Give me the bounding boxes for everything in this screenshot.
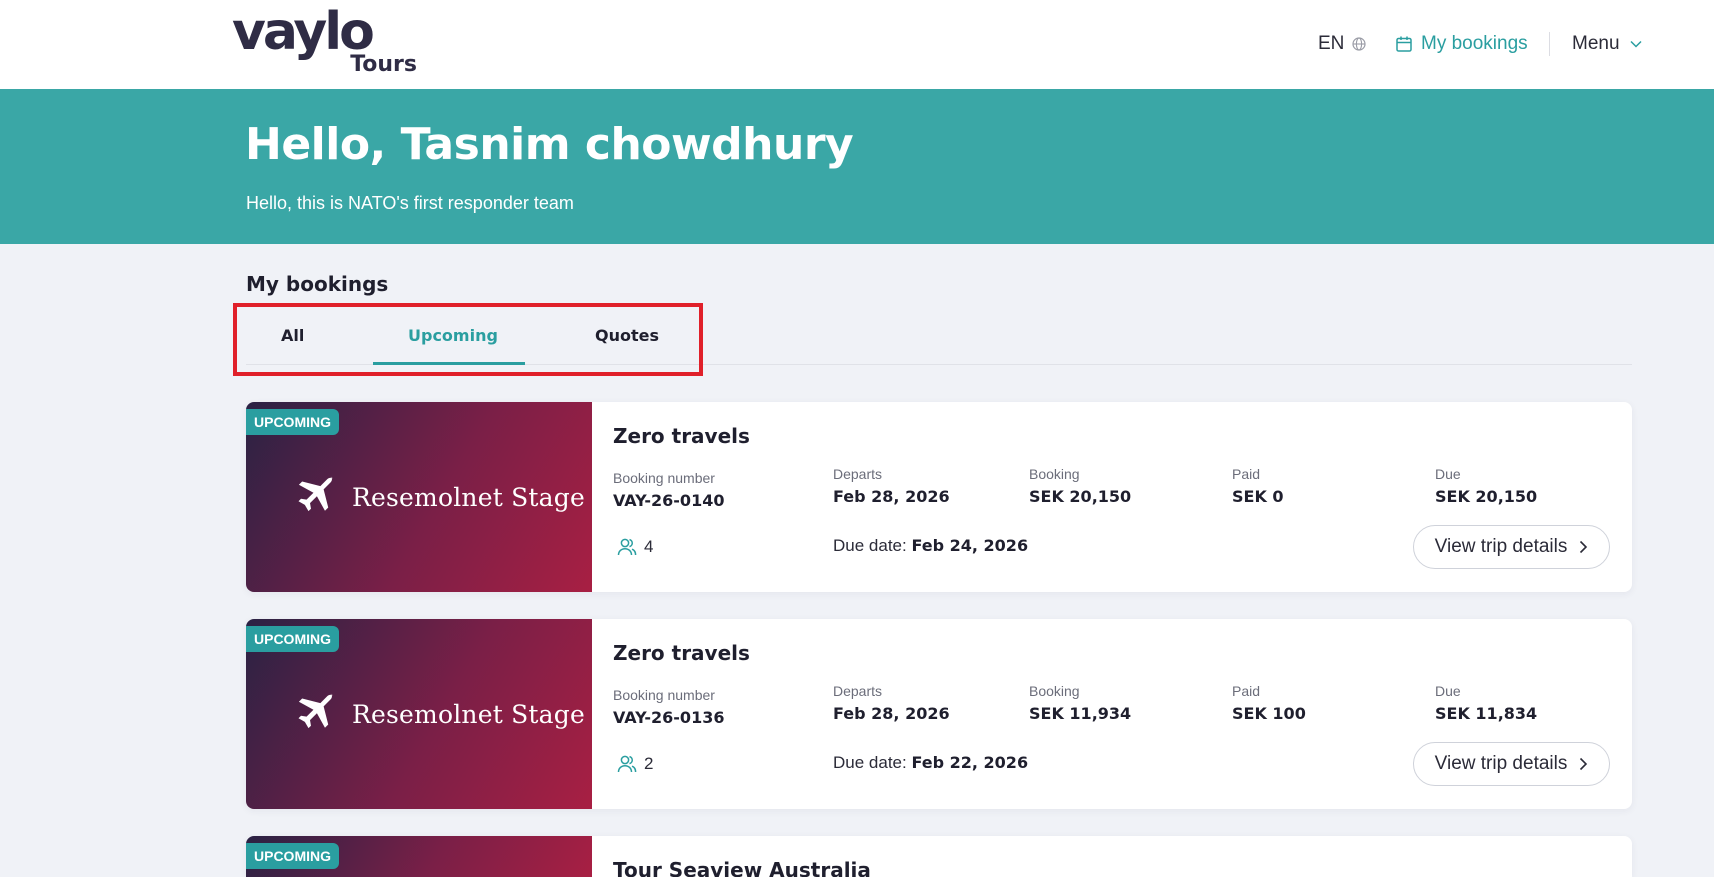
airplane-icon bbox=[292, 691, 338, 737]
booking-number-label: Booking number bbox=[613, 470, 715, 486]
due-date-label: Due date: bbox=[833, 536, 907, 555]
due-date-label: Due date: bbox=[833, 753, 907, 772]
due-date-value: Feb 22, 2026 bbox=[911, 753, 1029, 772]
tab-quotes[interactable]: Quotes bbox=[595, 326, 659, 345]
active-tab-indicator bbox=[373, 362, 525, 365]
status-badge: UPCOMING bbox=[246, 626, 339, 652]
booking-number-label: Booking number bbox=[613, 687, 715, 703]
booking-amount-label: Booking bbox=[1029, 466, 1080, 482]
booking-title: Zero travels bbox=[613, 641, 750, 665]
booking-title: Tour Seaview Australia bbox=[613, 858, 871, 877]
status-badge: UPCOMING bbox=[246, 409, 339, 435]
menu-label: Menu bbox=[1572, 33, 1620, 54]
welcome-banner: Hello, Tasnim chowdhury Hello, this is N… bbox=[0, 89, 1714, 244]
operator-brand: Resemolnet Stage bbox=[292, 474, 585, 520]
departs-value: Feb 28, 2026 bbox=[833, 487, 950, 506]
tab-upcoming[interactable]: Upcoming bbox=[408, 326, 498, 345]
language-selector[interactable]: EN bbox=[1318, 33, 1367, 55]
departs-value: Feb 28, 2026 bbox=[833, 704, 950, 723]
nav-divider bbox=[1549, 32, 1550, 56]
welcome-title: Hello, Tasnim chowdhury bbox=[245, 119, 854, 170]
tab-all[interactable]: All bbox=[281, 326, 304, 345]
booking-card: UPCOMING Tour Seaview Australia bbox=[246, 836, 1632, 877]
travellers-count: 2 bbox=[616, 753, 653, 775]
booking-card-image: UPCOMING Resemolnet Stage bbox=[246, 619, 592, 809]
departs-label: Departs bbox=[833, 683, 883, 699]
logo-subtitle: Tours bbox=[350, 52, 417, 77]
booking-card: UPCOMING Resemolnet Stage Zero travels B… bbox=[246, 402, 1632, 592]
payment-due-date: Due date: Feb 24, 2026 bbox=[833, 536, 1028, 556]
operator-brand: Resemolnet Stage bbox=[292, 691, 585, 737]
view-trip-details-label: View trip details bbox=[1434, 753, 1568, 774]
chevron-down-icon bbox=[1630, 40, 1642, 48]
booking-card-image: UPCOMING bbox=[246, 836, 592, 877]
calendar-icon bbox=[1395, 35, 1413, 53]
chevron-right-icon bbox=[1579, 757, 1588, 771]
booking-amount-value: SEK 11,934 bbox=[1029, 704, 1132, 723]
due-label: Due bbox=[1435, 466, 1461, 482]
logo-wordmark: vaylo bbox=[232, 2, 375, 62]
vaylo-tours-logo[interactable]: vaylo Tours bbox=[232, 6, 417, 80]
my-bookings-nav-link[interactable]: My bookings bbox=[1395, 33, 1528, 55]
status-badge: UPCOMING bbox=[246, 843, 339, 869]
booking-amount-value: SEK 20,150 bbox=[1029, 487, 1132, 506]
chevron-right-icon bbox=[1579, 540, 1588, 554]
operator-brand-name: Resemolnet Stage bbox=[352, 699, 585, 729]
airplane-icon bbox=[292, 474, 338, 520]
due-value: SEK 20,150 bbox=[1435, 487, 1538, 506]
paid-label: Paid bbox=[1232, 466, 1261, 482]
users-icon bbox=[616, 753, 638, 775]
globe-icon bbox=[1352, 37, 1367, 51]
payment-due-date: Due date: Feb 22, 2026 bbox=[833, 753, 1028, 773]
booking-title: Zero travels bbox=[613, 424, 750, 448]
booking-card-image: UPCOMING Resemolnet Stage bbox=[246, 402, 592, 592]
due-value: SEK 11,834 bbox=[1435, 704, 1538, 723]
language-label: EN bbox=[1318, 33, 1345, 54]
booking-card: UPCOMING Resemolnet Stage Zero travels B… bbox=[246, 619, 1632, 809]
booking-amount-label: Booking bbox=[1029, 683, 1080, 699]
paid-label: Paid bbox=[1232, 683, 1261, 699]
paid-value: SEK 0 bbox=[1232, 487, 1284, 506]
travellers-value: 4 bbox=[644, 537, 654, 556]
booking-number-value: VAY-26-0136 bbox=[613, 708, 725, 727]
paid-value: SEK 100 bbox=[1232, 704, 1306, 723]
booking-number-value: VAY-26-0140 bbox=[613, 491, 725, 510]
departs-label: Departs bbox=[833, 466, 883, 482]
view-trip-details-label: View trip details bbox=[1434, 536, 1568, 557]
view-trip-details-button[interactable]: View trip details bbox=[1413, 525, 1610, 569]
operator-brand-name: Resemolnet Stage bbox=[352, 482, 585, 512]
travellers-count: 4 bbox=[616, 536, 653, 558]
my-bookings-heading: My bookings bbox=[246, 272, 389, 296]
my-bookings-nav-label: My bookings bbox=[1421, 33, 1528, 54]
users-icon bbox=[616, 536, 638, 558]
due-label: Due bbox=[1435, 683, 1461, 699]
menu-dropdown[interactable]: Menu bbox=[1572, 33, 1642, 55]
travellers-value: 2 bbox=[644, 754, 654, 773]
welcome-subtitle: Hello, this is NATO's first responder te… bbox=[246, 193, 574, 213]
due-date-value: Feb 24, 2026 bbox=[911, 536, 1029, 555]
view-trip-details-button[interactable]: View trip details bbox=[1413, 742, 1610, 786]
top-navigation-bar: vaylo Tours EN My bookings Menu bbox=[0, 0, 1714, 89]
